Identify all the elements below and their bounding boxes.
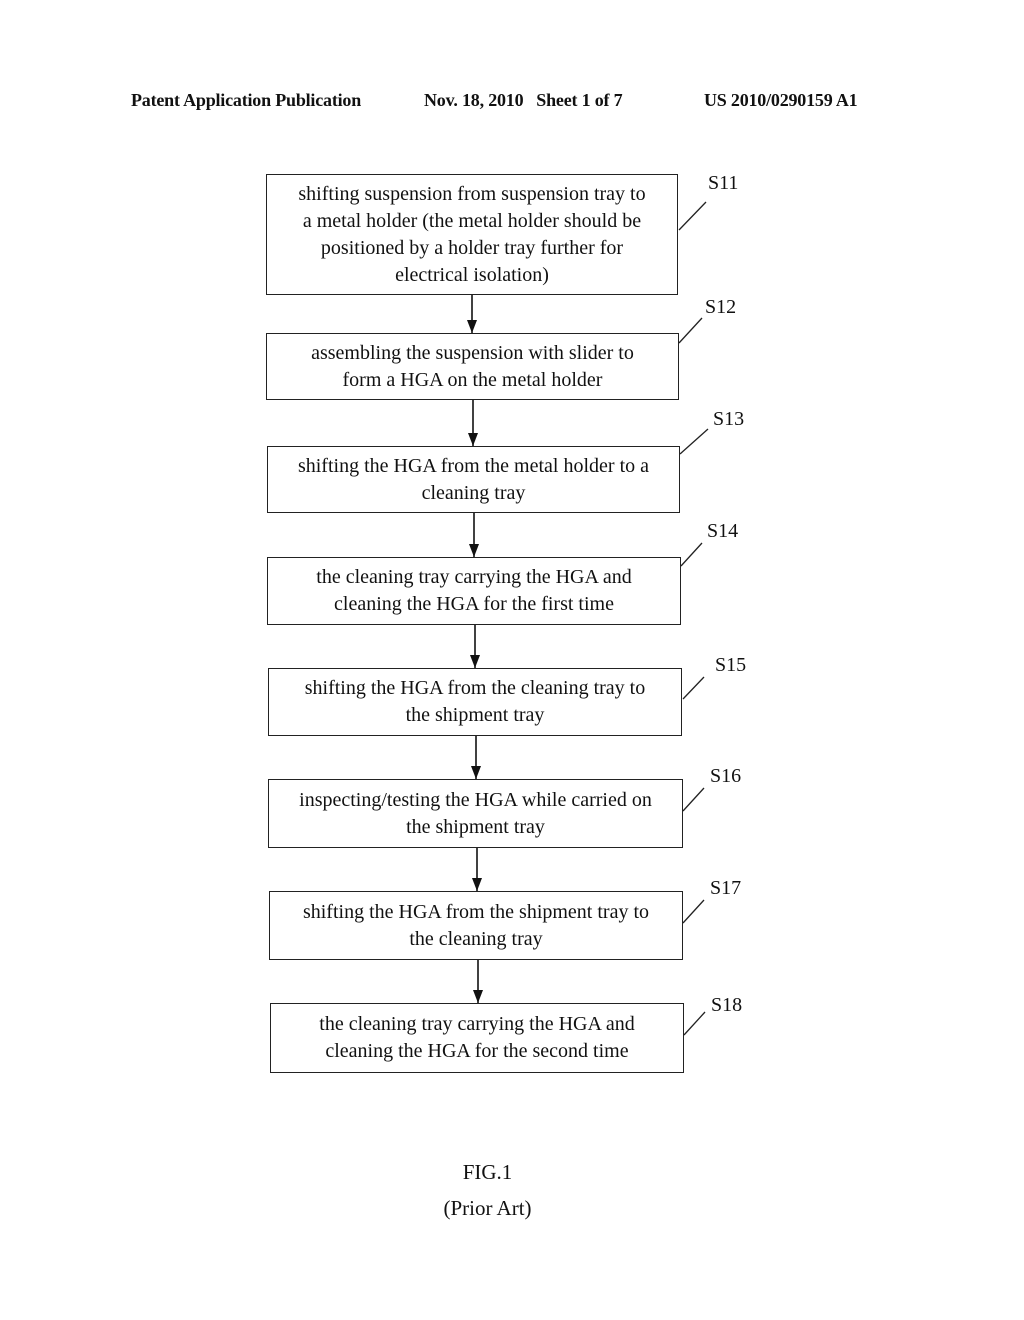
arrowhead-s14-s15 [470, 655, 480, 668]
leader-s17 [682, 899, 705, 924]
step-text-s17: shifting the HGA from the shipment tray … [302, 900, 650, 950]
arrowhead-s16-s17 [472, 878, 482, 891]
leader-s18 [683, 1011, 706, 1036]
step-text-s11: shifting suspension from suspension tray… [298, 182, 646, 286]
leader-s16 [682, 787, 705, 812]
arrowhead-s11-s12 [467, 320, 477, 333]
step-box-s16: inspecting/testing the HGA while carried… [268, 779, 683, 848]
step-box-s17: shifting the HGA from the shipment tray … [269, 891, 683, 960]
step-label-s13: S13 [713, 408, 745, 430]
leader-s11 [678, 201, 707, 231]
step-box-s11: shifting suspension from suspension tray… [266, 174, 678, 295]
step-label-s15: S15 [715, 654, 747, 676]
leader-s12 [678, 317, 703, 344]
step-label-s14: S14 [707, 520, 739, 542]
step-box-s13: shifting the HGA from the metal holder t… [267, 446, 680, 513]
figure-caption: FIG.1 [462, 1160, 513, 1184]
step-text-s13: shifting the HGA from the metal holder t… [297, 454, 650, 504]
step-text-s12: assembling the suspension with slider to… [311, 341, 634, 391]
leader-s14 [680, 542, 703, 567]
step-label-s18: S18 [711, 994, 743, 1016]
step-text-s18: the cleaning tray carrying the HGA and c… [319, 1013, 635, 1062]
step-label-s16: S16 [710, 765, 742, 787]
step-box-s18: the cleaning tray carrying the HGA and c… [270, 1003, 684, 1073]
step-text-s15: shifting the HGA from the cleaning tray … [304, 677, 646, 726]
arrowhead-s12-s13 [468, 433, 478, 446]
step-box-s12: assembling the suspension with slider to… [266, 333, 679, 400]
step-label-s11: S11 [708, 172, 739, 194]
arrowhead-s15-s16 [471, 766, 481, 779]
arrowhead-s17-s18 [473, 990, 483, 1003]
step-label-s17: S17 [710, 877, 742, 899]
step-text-s16: inspecting/testing the HGA while carried… [299, 788, 652, 838]
figure-subcaption: (Prior Art) [443, 1196, 532, 1220]
leader-s13 [679, 428, 709, 455]
arrowhead-s13-s14 [469, 544, 479, 557]
step-box-s15: shifting the HGA from the cleaning tray … [268, 668, 682, 736]
step-label-s12: S12 [705, 296, 737, 318]
leader-s15 [682, 676, 705, 700]
step-text-s14: the cleaning tray carrying the HGA and c… [316, 566, 632, 615]
step-box-s14: the cleaning tray carrying the HGA and c… [267, 557, 681, 625]
